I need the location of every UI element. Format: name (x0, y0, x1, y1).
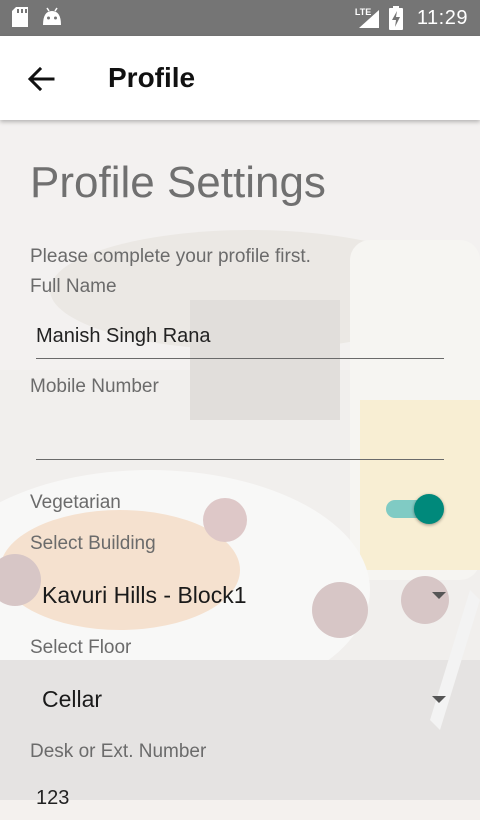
lte-signal-icon: LTE (355, 6, 381, 30)
back-button[interactable] (26, 64, 56, 94)
clock: 11:29 (416, 6, 468, 29)
battery-charging-icon (388, 6, 403, 30)
floor-dropdown[interactable]: Cellar (30, 678, 450, 722)
building-dropdown[interactable]: Kavuri Hills - Block1 (30, 574, 450, 618)
sd-card-icon (12, 7, 28, 27)
desk-number-value: 123 (36, 787, 70, 809)
mobile-number-field[interactable] (36, 419, 444, 460)
vegetarian-label: Vegetarian (30, 492, 121, 513)
desk-number-field[interactable]: 123 (36, 780, 444, 820)
select-building-label: Select Building (30, 533, 156, 554)
toggle-thumb (414, 494, 444, 524)
status-bar: LTE 11:29 (0, 0, 480, 36)
arrow-left-icon (27, 66, 55, 92)
full-name-value: Manish Singh Rana (36, 325, 211, 347)
dropdown-arrow-icon (432, 696, 446, 703)
full-name-label: Full Name (30, 276, 117, 297)
android-icon (43, 7, 61, 25)
building-value: Kavuri Hills - Block1 (42, 582, 247, 608)
profile-hint: Please complete your profile first. (30, 246, 311, 267)
select-floor-label: Select Floor (30, 637, 132, 658)
dropdown-arrow-icon (432, 592, 446, 599)
toolbar-title: Profile (108, 62, 196, 93)
mobile-number-label: Mobile Number (30, 376, 159, 397)
desk-number-label: Desk or Ext. Number (30, 741, 207, 762)
full-name-field[interactable]: Manish Singh Rana (36, 318, 444, 359)
vegetarian-toggle[interactable] (386, 492, 446, 524)
page-heading: Profile Settings (30, 158, 326, 207)
floor-value: Cellar (42, 686, 103, 712)
profile-form: Profile Settings Please complete your pr… (0, 120, 480, 809)
app-toolbar: Profile (0, 36, 480, 120)
